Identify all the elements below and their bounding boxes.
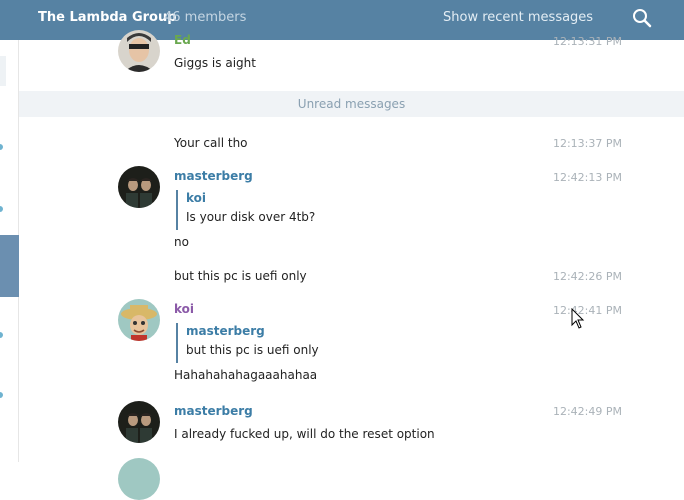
avatar-koi[interactable]	[118, 299, 160, 341]
message-text: but this pc is uefi only	[174, 269, 307, 283]
message-text: Your call tho	[174, 136, 248, 150]
unread-messages-divider: Unread messages	[19, 91, 684, 117]
unread-indicator	[0, 332, 3, 338]
avatar-ed[interactable]	[118, 30, 160, 72]
avatar-masterberg[interactable]	[118, 401, 160, 443]
message-text: Giggs is aight	[174, 56, 256, 70]
reply-text: Is your disk over 4tb?	[186, 210, 316, 224]
message-time: 12:13:31 PM	[552, 35, 622, 48]
message-time: 12:42:13 PM	[552, 171, 622, 184]
search-icon[interactable]	[630, 6, 654, 30]
message-time: 12:42:49 PM	[552, 405, 622, 418]
dialog-list-item-active[interactable]	[0, 235, 19, 297]
unread-indicator	[0, 206, 3, 212]
member-count[interactable]: 46 members	[164, 10, 246, 25]
avatar-masterberg[interactable]	[118, 166, 160, 208]
reply-author: masterberg	[186, 324, 265, 338]
mouse-cursor-icon	[571, 308, 585, 329]
message-time: 12:13:37 PM	[552, 137, 622, 150]
avatar-next[interactable]	[118, 458, 160, 500]
reply-author: koi	[186, 191, 207, 205]
unread-indicator	[0, 392, 3, 398]
reply-quote[interactable]: koi Is your disk over 4tb?	[176, 190, 315, 230]
message-text: no	[174, 235, 189, 249]
message-time: 12:42:26 PM	[552, 270, 622, 283]
dialog-list-item[interactable]	[0, 56, 6, 86]
chat-title[interactable]: The Lambda Group	[38, 10, 177, 25]
message-text: Hahahahahagaaahahaa	[174, 368, 318, 382]
author-name[interactable]: masterberg	[174, 404, 253, 418]
author-name[interactable]: koi	[174, 302, 194, 316]
reply-text: but this pc is uefi only	[186, 343, 319, 357]
message-text: I already fucked up, will do the reset o…	[174, 427, 435, 441]
chat-header: The Lambda Group 46 members Show recent …	[0, 0, 684, 40]
author-name[interactable]: Ed	[174, 33, 191, 47]
author-name[interactable]: masterberg	[174, 169, 253, 183]
dialog-list-strip[interactable]	[0, 40, 19, 462]
show-recent-messages-button[interactable]: Show recent messages	[443, 10, 593, 25]
reply-quote[interactable]: masterberg but this pc is uefi only	[176, 323, 319, 363]
unread-indicator	[0, 144, 3, 150]
